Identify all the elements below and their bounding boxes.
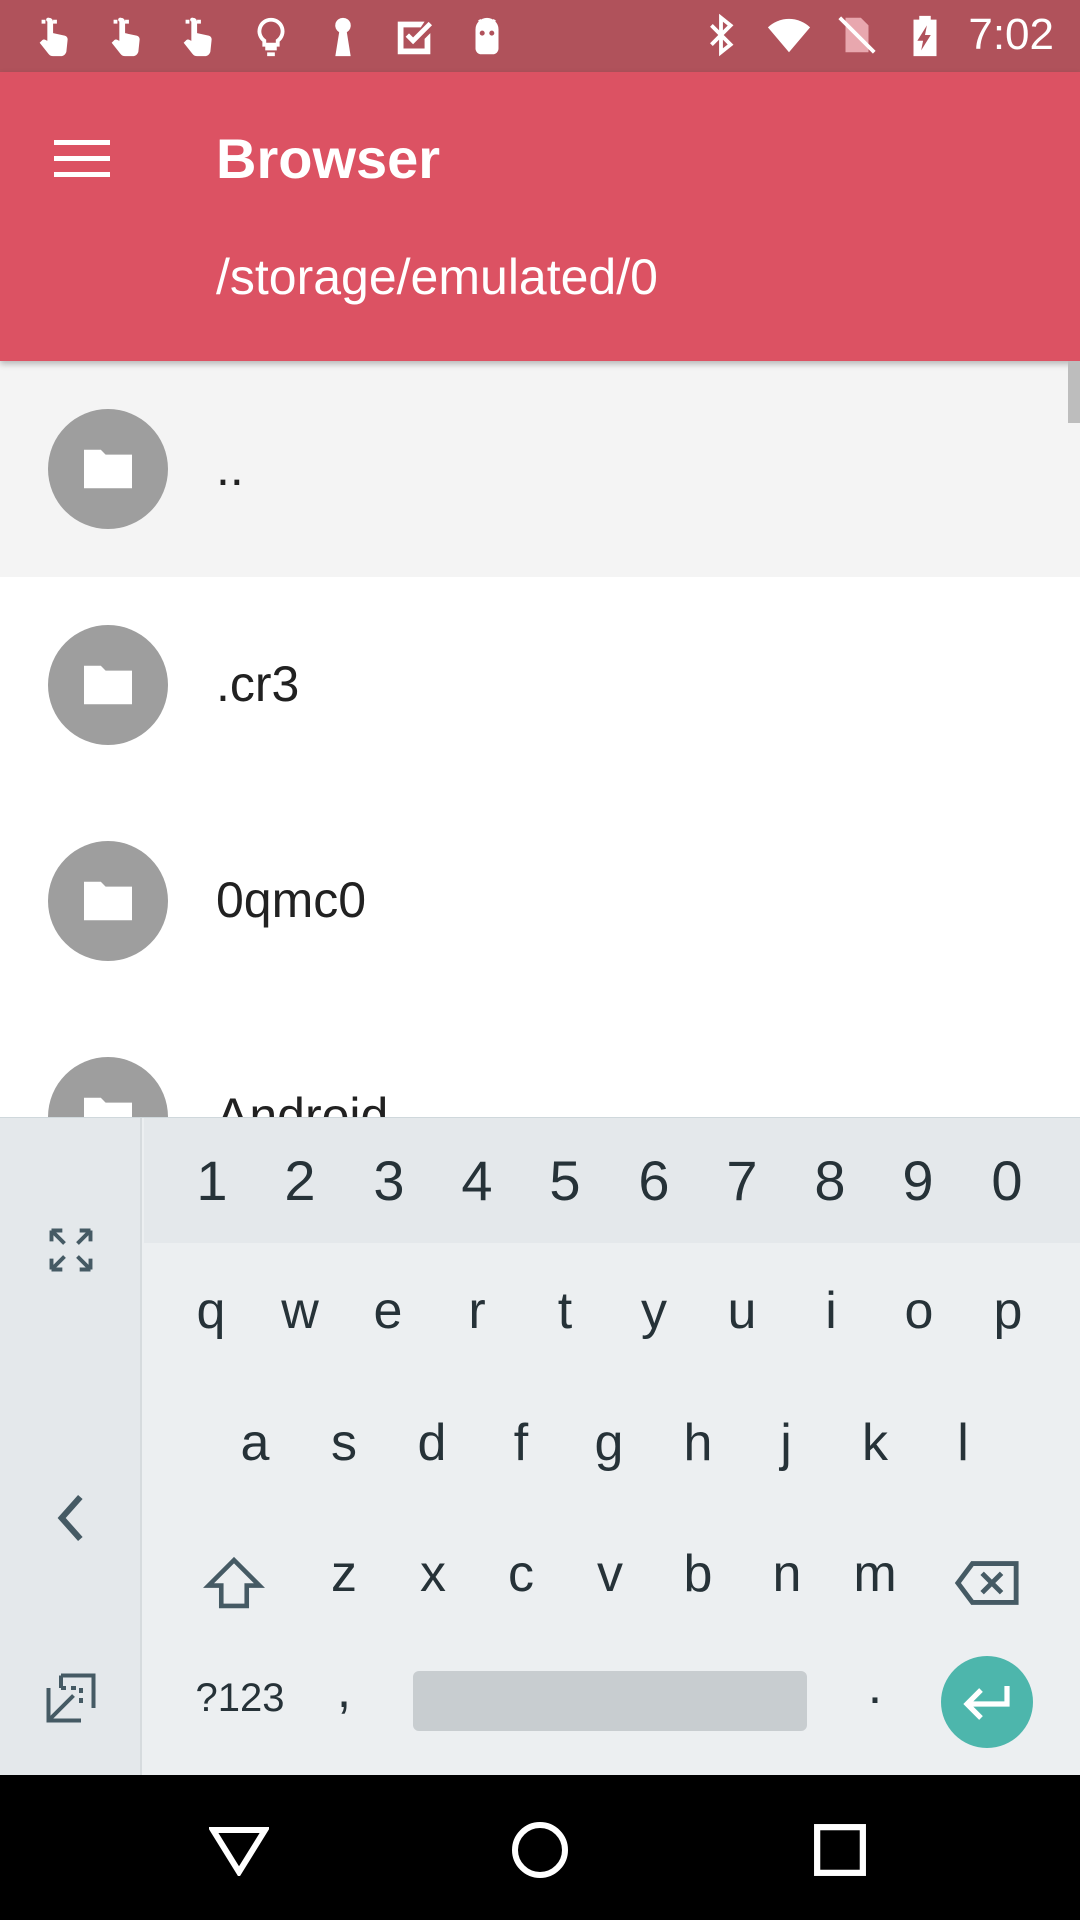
app-bar: Browser /storage/emulated/0	[0, 72, 1080, 361]
key-e[interactable]: e	[344, 1251, 432, 1371]
checkbox-icon	[390, 12, 440, 62]
clock: 7:02	[968, 10, 1054, 59]
key-n[interactable]: n	[743, 1514, 831, 1634]
list-item-parent-dir[interactable]: ..	[0, 361, 1080, 577]
chevron-left-icon[interactable]	[31, 1478, 111, 1558]
key-i[interactable]: i	[787, 1251, 875, 1371]
backspace-key[interactable]	[942, 1523, 1032, 1643]
comma-key[interactable]: ,	[300, 1630, 388, 1750]
touch-icon	[174, 12, 224, 62]
key-c[interactable]: c	[477, 1514, 565, 1634]
folder-icon	[48, 1057, 168, 1121]
key-j[interactable]: j	[742, 1383, 830, 1503]
no-sim-icon	[832, 10, 882, 60]
key-o[interactable]: o	[875, 1251, 963, 1371]
touch-icon	[102, 12, 152, 62]
key-2[interactable]: 2	[256, 1118, 344, 1243]
key-3[interactable]: 3	[345, 1118, 433, 1243]
fullscreen-icon[interactable]	[31, 1210, 111, 1290]
key-m[interactable]: m	[831, 1514, 919, 1634]
back-icon[interactable]	[194, 1805, 284, 1895]
key-9[interactable]: 9	[874, 1118, 962, 1243]
key-f[interactable]: f	[477, 1383, 565, 1503]
page-title: Browser	[216, 127, 441, 190]
key-q[interactable]: q	[167, 1251, 255, 1371]
navigation-bar	[0, 1775, 1080, 1920]
file-name: Android	[216, 1088, 389, 1121]
key-y[interactable]: y	[610, 1251, 698, 1371]
system-icons: 7:02	[696, 10, 1054, 60]
key-4[interactable]: 4	[433, 1118, 521, 1243]
battery-charging-icon	[900, 10, 950, 60]
key-x[interactable]: x	[389, 1514, 477, 1634]
key-z[interactable]: z	[300, 1514, 388, 1634]
key-8[interactable]: 8	[786, 1118, 874, 1243]
scrollbar[interactable]	[1068, 361, 1080, 423]
android-icon	[462, 12, 512, 62]
key-1[interactable]: 1	[168, 1118, 256, 1243]
key-t[interactable]: t	[521, 1251, 609, 1371]
undock-icon[interactable]	[31, 1658, 111, 1738]
file-name: .cr3	[216, 656, 300, 712]
folder-icon	[48, 409, 168, 529]
file-name: ..	[216, 440, 244, 496]
key-h[interactable]: h	[654, 1383, 742, 1503]
soft-keyboard: ?123 , . 1234567890 qwertyuiop asdfghjkl zx…	[0, 1117, 1080, 1776]
status-bar: 7:02	[0, 0, 1080, 72]
hamburger-menu-icon[interactable]	[36, 112, 128, 204]
key-a[interactable]: a	[211, 1383, 299, 1503]
recents-icon[interactable]	[795, 1805, 885, 1895]
key-l[interactable]: l	[919, 1383, 1007, 1503]
current-path: /storage/emulated/0	[216, 249, 658, 305]
key-r[interactable]: r	[433, 1251, 521, 1371]
key-7[interactable]: 7	[698, 1118, 786, 1243]
key-g[interactable]: g	[565, 1383, 653, 1503]
keyhole-icon	[318, 12, 368, 62]
bluetooth-icon	[696, 10, 746, 60]
folder-icon	[48, 625, 168, 745]
wifi-icon	[764, 10, 814, 60]
list-item-cr3[interactable]: .cr3	[0, 577, 1080, 793]
list-item-0qmc0[interactable]: 0qmc0	[0, 793, 1080, 1009]
key-6[interactable]: 6	[610, 1118, 698, 1243]
space-bar[interactable]	[413, 1671, 807, 1731]
touch-icon	[30, 12, 80, 62]
key-b[interactable]: b	[654, 1514, 742, 1634]
keyboard-side-panel	[0, 1118, 142, 1776]
enter-key[interactable]	[941, 1656, 1033, 1748]
lightbulb-icon	[246, 12, 296, 62]
key-0[interactable]: 0	[963, 1118, 1051, 1243]
file-name: 0qmc0	[216, 872, 367, 928]
key-p[interactable]: p	[964, 1251, 1052, 1371]
key-s[interactable]: s	[300, 1383, 388, 1503]
key-w[interactable]: w	[256, 1251, 344, 1371]
shift-key[interactable]	[190, 1523, 278, 1643]
period-key[interactable]: .	[831, 1626, 919, 1746]
file-list: .. .cr3 0qmc0 Android	[0, 361, 1080, 1121]
key-u[interactable]: u	[698, 1251, 786, 1371]
list-item-android[interactable]: Android	[0, 1009, 1080, 1121]
key-v[interactable]: v	[566, 1514, 654, 1634]
home-icon[interactable]	[495, 1805, 585, 1895]
key-d[interactable]: d	[388, 1383, 476, 1503]
key-5[interactable]: 5	[521, 1118, 609, 1243]
folder-icon	[48, 841, 168, 961]
symbols-key[interactable]: ?123	[185, 1638, 295, 1758]
key-k[interactable]: k	[831, 1383, 919, 1503]
notification-icons	[30, 12, 512, 62]
